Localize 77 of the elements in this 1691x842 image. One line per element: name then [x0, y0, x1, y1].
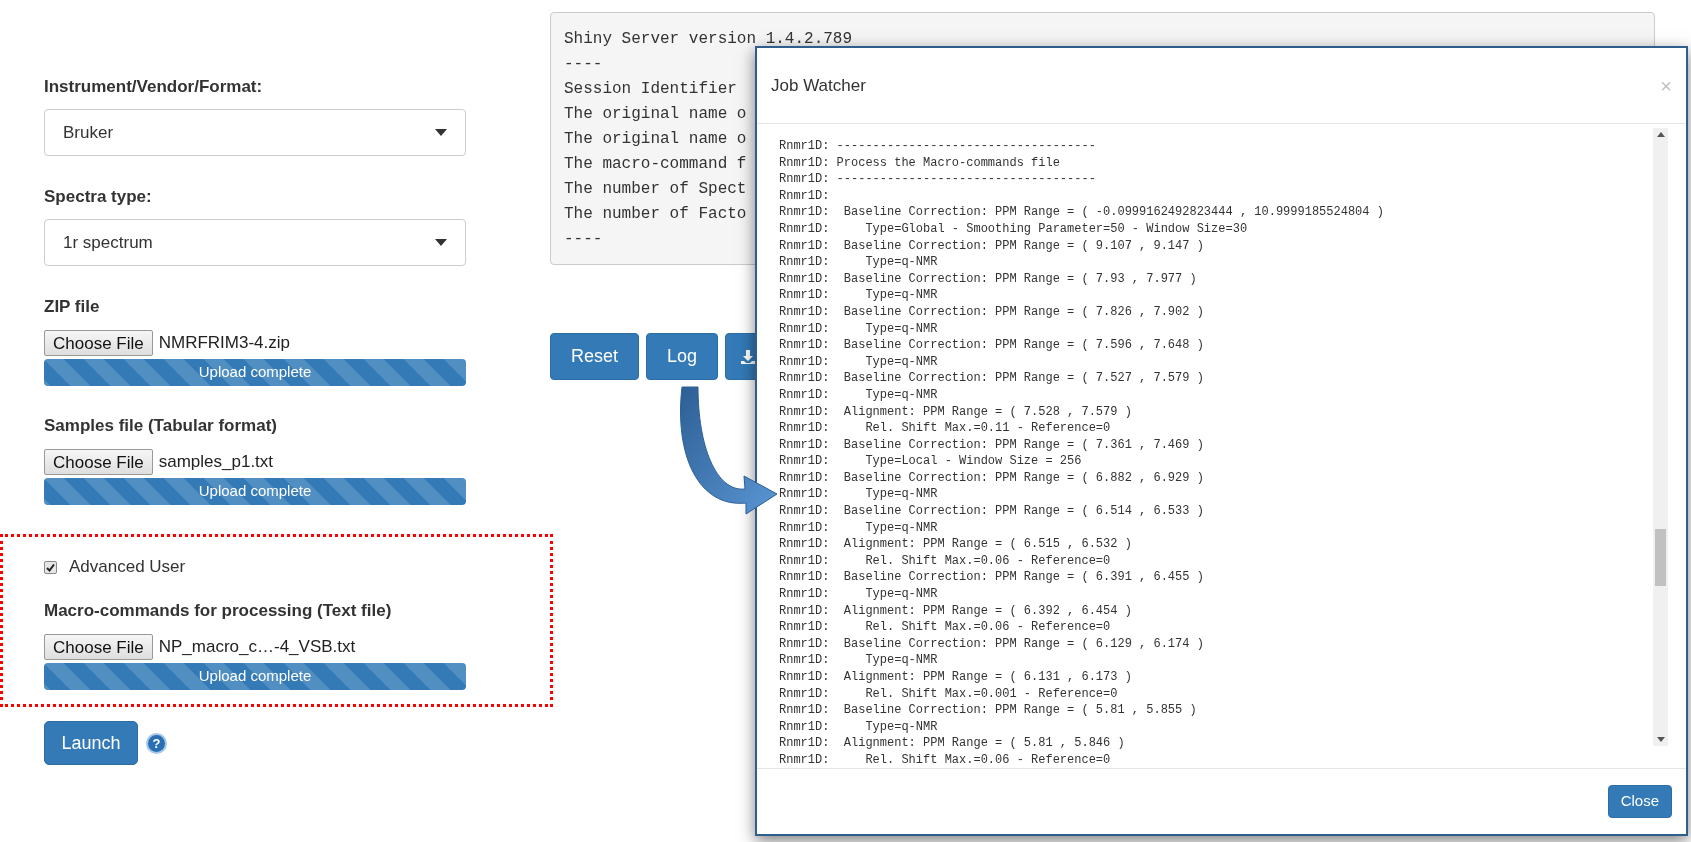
log-line: Rnmr1D: Alignment: PPM Range = ( 6.515 , 6.532 ) — [779, 536, 1133, 553]
console-line: The number of Facto — [564, 204, 747, 225]
field-label: Macro-commands for processing (Text file) — [44, 600, 393, 622]
log-line: Rnmr1D: Baseline Correction: PPM Range = ( 5.81 , 5.855 ) — [779, 702, 1198, 719]
log-line: Rnmr1D: Baseline Correction: PPM Range = ( 7.596 , 7.648 ) — [779, 337, 1205, 354]
file-name: NMRFRIM3-4.zip — [158, 332, 290, 355]
log-line: Rnmr1D: Type=q-NMR — [779, 486, 939, 504]
scroll-down-icon[interactable] — [1656, 737, 1665, 742]
log-line: Rnmr1D: Baseline Correction: PPM Range = ( 6.129 , 6.174 ) — [779, 635, 1205, 653]
log-line: Rnmr1D: Baseline Correction: PPM Range = ( 7.93 , 7.977 ) — [779, 270, 1198, 288]
checkmark-icon — [46, 562, 55, 572]
field-label: Spectra type: — [44, 186, 153, 208]
log-line: Rnmr1D: Alignment: PPM Range = ( 6.392 , 6.454 ) — [779, 602, 1133, 620]
field-label: Instrument/Vendor/Format: — [44, 76, 264, 98]
log-line: Rnmr1D: Type=q-NMR — [779, 718, 939, 736]
log-line: Rnmr1D: Type=q-NMR — [779, 519, 939, 537]
progress-bar: Upload complete — [44, 663, 466, 690]
console-line: Session Identifier — [564, 79, 737, 100]
log-line: Rnmr1D: Type=q-NMR — [779, 353, 939, 371]
log-line: Rnmr1D: ------------------------------------ — [779, 138, 1097, 155]
console-line: Shiny Server version 1.4.2.789 — [564, 29, 853, 50]
log-line: Rnmr1D: Baseline Correction: PPM Range = ( 6.514 , 6.533 ) — [779, 503, 1205, 520]
scroll-up-icon[interactable] — [1656, 132, 1665, 137]
help-icon[interactable]: ? — [146, 732, 167, 754]
progress-bar: Upload complete — [44, 478, 466, 505]
action-button[interactable]: Reset — [550, 333, 640, 380]
log-line: Rnmr1D: Rel. Shift Max.=0.06 - Reference=0 — [779, 619, 1112, 636]
select-field[interactable]: Bruker — [44, 109, 466, 156]
log-line: Rnmr1D: Baseline Correction: PPM Range = ( 7.527 , 7.579 ) — [779, 370, 1205, 387]
scrollbar-thumb[interactable] — [1655, 529, 1666, 586]
checkbox[interactable] — [44, 560, 57, 574]
log-line: Rnmr1D: Baseline Correction: PPM Range = ( 9.107 , 9.147 ) — [779, 237, 1205, 255]
action-button[interactable]: Log — [646, 333, 719, 380]
file-name: NP_macro_c…-4_VSB.txt — [158, 636, 356, 659]
choose-file-button[interactable]: Choose File — [44, 330, 153, 356]
select-field[interactable]: 1r spectrum — [44, 219, 466, 266]
log-line: Rnmr1D: Rel. Shift Max.=0.11 - Reference=0 — [779, 420, 1112, 437]
log-line: Rnmr1D: Type=Local - Window Size = 256 — [779, 453, 1083, 470]
log-line: Rnmr1D: Rel. Shift Max.=0.06 - Reference=0 — [779, 751, 1112, 768]
log-line: Rnmr1D: Alignment: PPM Range = ( 5.81 , 5.846 ) — [779, 735, 1126, 752]
log-line: Rnmr1D: Baseline Correction: PPM Range = ( -0.0999162492823444 , 10.9999185524804 ) — [779, 204, 1385, 221]
choose-file-button[interactable]: Choose File — [44, 634, 153, 660]
progress-bar: Upload complete — [44, 359, 466, 386]
log-line: Rnmr1D: Rel. Shift Max.=0.06 - Reference=0 — [779, 552, 1112, 570]
log-line: Rnmr1D: ------------------------------------ — [779, 171, 1097, 188]
console-line: The macro-command f — [564, 154, 747, 175]
caret-icon — [435, 239, 447, 246]
log-line: Rnmr1D: Type=q-NMR — [779, 586, 939, 603]
field-label: ZIP file — [44, 296, 101, 318]
log-line: Rnmr1D: Type=q-NMR — [779, 386, 939, 404]
field-label: Samples file (Tabular format) — [44, 415, 278, 437]
log-line: Rnmr1D: Type=q-NMR — [779, 652, 939, 669]
log-line: Rnmr1D: Baseline Correction: PPM Range = ( 7.826 , 7.902 ) — [779, 303, 1205, 321]
launch-button[interactable]: Launch — [44, 721, 138, 765]
close-button[interactable]: Close — [1607, 785, 1672, 818]
log-line: Rnmr1D: Type=Global - Smoothing Parameter=50 - Window Size=30 — [779, 220, 1249, 238]
log-line: Rnmr1D: Type=q-NMR — [779, 320, 939, 338]
console-line: The number of Spect — [564, 179, 747, 200]
log-line: Rnmr1D: Baseline Correction: PPM Range = ( 6.391 , 6.455 ) — [779, 569, 1205, 587]
console-line: ---- — [564, 54, 603, 75]
caret-icon — [435, 129, 447, 136]
log-line: Rnmr1D: Alignment: PPM Range = ( 7.528 , 7.579 ) — [779, 403, 1133, 421]
log-line: Rnmr1D: — [779, 187, 831, 205]
file-name: samples_p1.txt — [158, 451, 274, 474]
log-line: Rnmr1D: Process the Macro-commands file — [779, 154, 1061, 172]
log-line: Rnmr1D: Rel. Shift Max.=0.001 - Reference=0 — [779, 685, 1119, 703]
console-line: ---- — [564, 229, 603, 250]
console-line: The original name o — [564, 129, 747, 150]
checkbox-label: Advanced User — [69, 556, 186, 579]
log-line: Rnmr1D: Baseline Correction: PPM Range = ( 7.361 , 7.469 ) — [779, 436, 1205, 454]
log-line: Rnmr1D: Baseline Correction: PPM Range = ( 6.882 , 6.929 ) — [779, 469, 1205, 487]
log-line: Rnmr1D: Alignment: PPM Range = ( 6.131 , 6.173 ) — [779, 669, 1133, 686]
modal-title: Job Watcher — [771, 74, 866, 97]
log-line: Rnmr1D: Type=q-NMR — [779, 287, 939, 304]
log-line: Rnmr1D: Type=q-NMR — [779, 254, 939, 271]
choose-file-button[interactable]: Choose File — [44, 449, 153, 475]
console-line: The original name o — [564, 104, 747, 125]
